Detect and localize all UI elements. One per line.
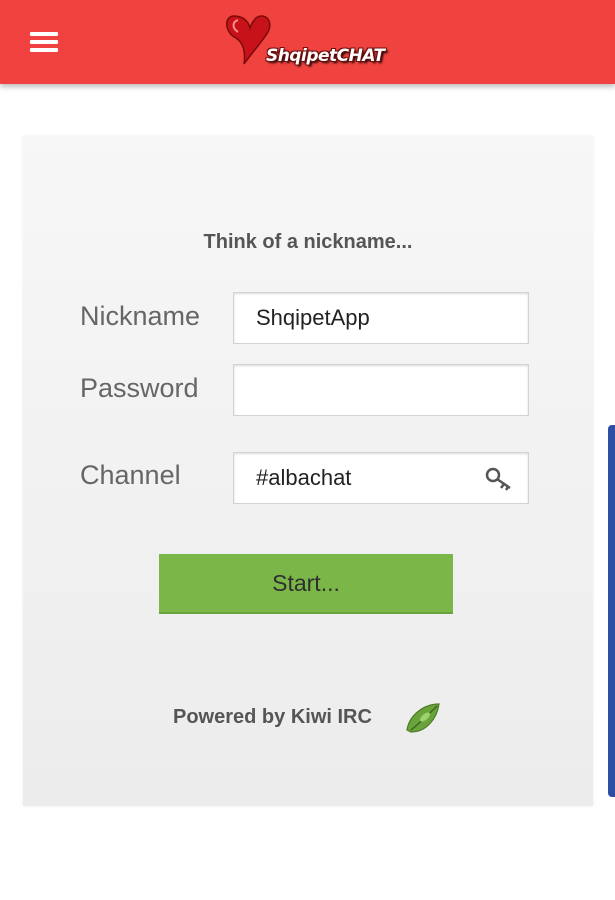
password-field[interactable] [233, 364, 529, 416]
key-icon[interactable] [484, 466, 514, 492]
password-input[interactable] [234, 365, 528, 415]
channel-label: Channel [80, 460, 181, 490]
nickname-label: Nickname [80, 301, 201, 331]
channel-field[interactable] [233, 452, 529, 504]
app-header: ShqipetCHAT [0, 0, 615, 84]
login-heading: Think of a nickname... [203, 231, 413, 253]
shqipetchat-logo[interactable]: ShqipetCHAT [220, 6, 400, 76]
nickname-input[interactable] [234, 293, 528, 343]
powered-by-text: Powered by Kiwi IRC [173, 706, 372, 728]
nickname-field[interactable] [233, 292, 529, 344]
logo-text: ShqipetCHAT [266, 46, 385, 66]
login-panel: Think of a nickname... Nickname Password… [23, 136, 593, 806]
password-label: Password [80, 373, 199, 403]
start-button[interactable]: Start... [159, 554, 453, 614]
side-edge-tab [608, 425, 615, 797]
kiwi-leaf-icon[interactable] [403, 700, 443, 736]
hamburger-menu-icon[interactable] [28, 30, 62, 56]
